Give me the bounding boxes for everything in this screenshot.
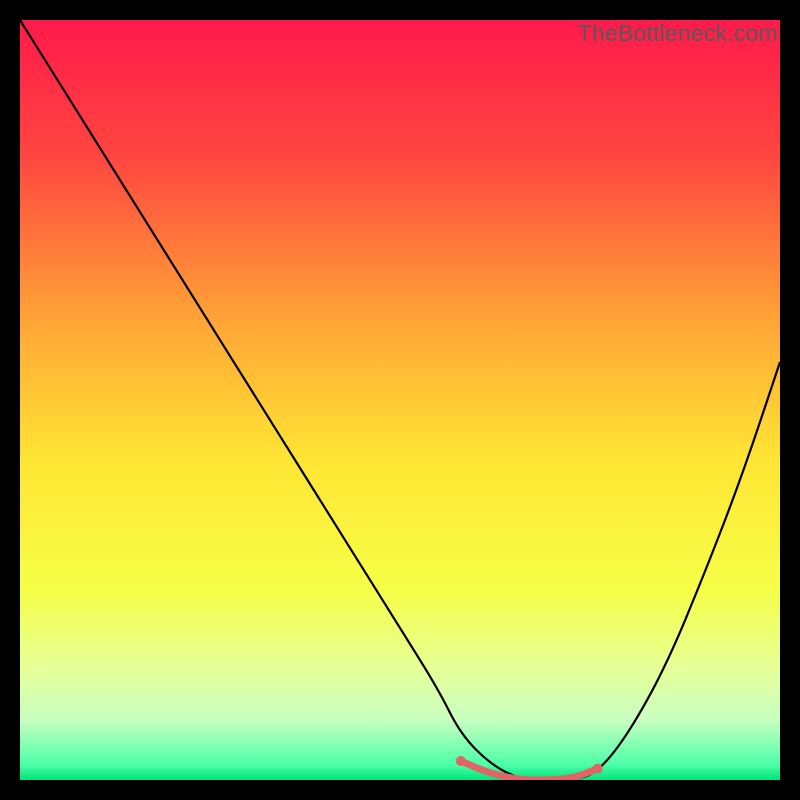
bottleneck-curve: [20, 20, 780, 780]
fit-endpoint-left: [456, 756, 466, 766]
curve-layer: [20, 20, 780, 780]
fit-band: [461, 761, 598, 780]
fit-endpoint-right: [593, 764, 603, 774]
chart-frame: TheBottleneck.com: [20, 20, 780, 780]
watermark-text: TheBottleneck.com: [578, 20, 778, 47]
